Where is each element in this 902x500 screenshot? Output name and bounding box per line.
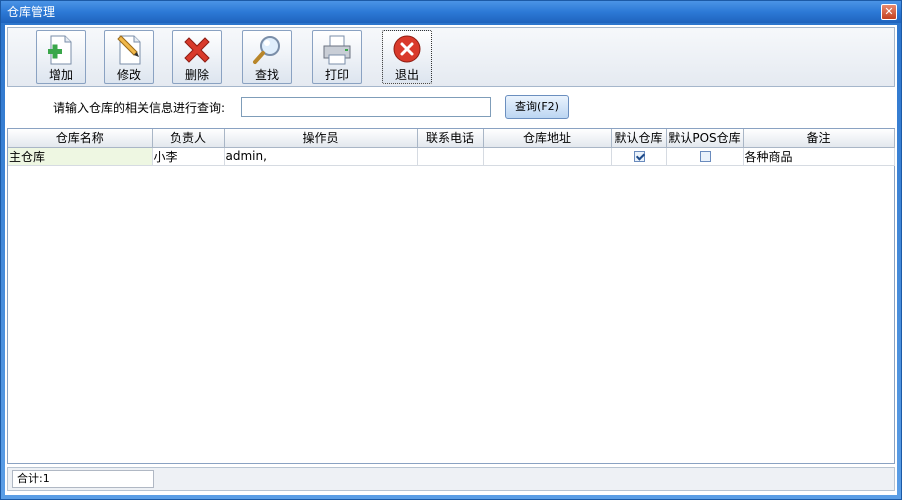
search-row: 请输入仓库的相关信息进行查询: 查询(F2) — [5, 93, 897, 123]
title-bar: 仓库管理 ✕ — [1, 1, 901, 23]
table-header-row: 仓库名称 负责人 操作员 联系电话 仓库地址 默认仓库 默认POS仓库 备注 — [8, 129, 895, 148]
status-bar: 合计:1 — [7, 467, 895, 491]
close-button[interactable]: ✕ — [881, 4, 897, 20]
cell-phone[interactable] — [417, 147, 484, 166]
add-button[interactable]: 增加 — [36, 30, 86, 84]
delete-label: 删除 — [184, 68, 209, 82]
exit-label: 退出 — [394, 68, 419, 82]
default-checkbox[interactable] — [633, 151, 645, 162]
col-header-default-pos[interactable]: 默认POS仓库 — [666, 129, 744, 148]
col-header-manager[interactable]: 负责人 — [152, 129, 225, 148]
add-label: 增加 — [48, 68, 73, 82]
window-title: 仓库管理 — [7, 5, 56, 19]
delete-button[interactable]: 删除 — [172, 30, 222, 84]
add-document-icon — [48, 35, 72, 65]
col-header-default[interactable]: 默认仓库 — [611, 129, 667, 148]
cell-remark[interactable]: 各种商品 — [743, 147, 895, 166]
edit-button[interactable]: 修改 — [104, 30, 154, 84]
edit-document-icon — [117, 35, 141, 65]
cell-default[interactable] — [611, 147, 667, 166]
find-button[interactable]: 查找 — [242, 30, 292, 84]
cell-manager[interactable]: 小李 — [152, 147, 225, 166]
warehouse-table: 仓库名称 负责人 操作员 联系电话 仓库地址 默认仓库 默认POS仓库 备注 主… — [7, 128, 895, 464]
cell-default-pos[interactable] — [666, 147, 744, 166]
print-button[interactable]: 打印 — [312, 30, 362, 84]
client-area: 增加 修改 删除 查找 打印 退出 请输入仓库的相关信息进行查询: 查询(F2)… — [5, 25, 897, 495]
edit-label: 修改 — [116, 68, 141, 82]
magnifier-icon — [253, 36, 280, 64]
exit-circle-icon — [393, 35, 421, 63]
close-icon: ✕ — [884, 5, 894, 18]
default-pos-checkbox[interactable] — [699, 151, 711, 162]
search-input[interactable] — [241, 97, 491, 117]
cell-operator[interactable]: admin, — [224, 147, 418, 166]
printer-icon — [323, 35, 351, 65]
print-label: 打印 — [324, 68, 349, 82]
app-window: 仓库管理 ✕ 增加 修改 删除 查找 打印 退出 请输入仓库的相关信息进行查询:… — [0, 0, 902, 500]
col-header-phone[interactable]: 联系电话 — [417, 129, 484, 148]
col-header-operator[interactable]: 操作员 — [224, 129, 418, 148]
col-header-remark[interactable]: 备注 — [743, 129, 895, 148]
col-header-address[interactable]: 仓库地址 — [483, 129, 612, 148]
col-header-name[interactable]: 仓库名称 — [8, 129, 153, 148]
search-label: 请输入仓库的相关信息进行查询: — [53, 101, 226, 115]
table-row[interactable]: 主仓库 小李 admin, 各种商品 — [8, 147, 895, 166]
search-button[interactable]: 查询(F2) — [505, 95, 569, 119]
find-label: 查找 — [254, 68, 279, 82]
cell-address[interactable] — [483, 147, 612, 166]
toolbar: 增加 修改 删除 查找 打印 退出 — [7, 27, 895, 87]
exit-button[interactable]: 退出 — [382, 30, 432, 84]
total-count: 合计:1 — [12, 470, 154, 488]
delete-x-icon — [184, 37, 210, 63]
cell-name[interactable]: 主仓库 — [8, 147, 153, 166]
